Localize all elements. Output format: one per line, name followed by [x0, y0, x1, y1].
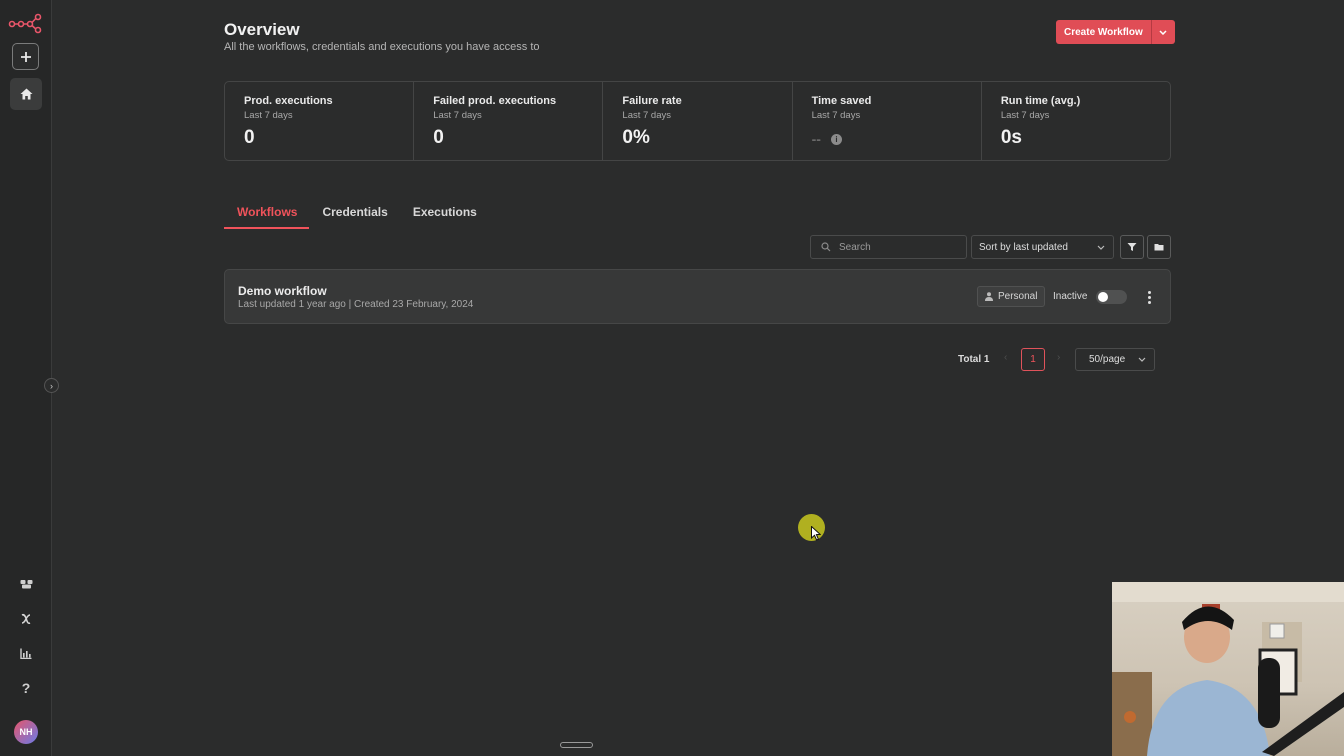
stat-prod-executions[interactable]: Prod. executions Last 7 days 0 [225, 82, 415, 160]
next-page-button[interactable]: › [1057, 352, 1060, 363]
tab-executions[interactable]: Executions [400, 203, 489, 229]
page-subtitle: All the workflows, credentials and execu… [224, 41, 540, 53]
stat-period: Last 7 days [433, 110, 482, 121]
sort-value: Sort by last updated [979, 241, 1068, 253]
stat-title: Time saved [811, 95, 872, 107]
stat-value: 0s [1000, 127, 1022, 148]
templates-icon [20, 580, 32, 589]
user-icon [985, 292, 993, 301]
page-size-value: 50/page [1089, 354, 1126, 365]
search-placeholder: Search [839, 241, 871, 253]
sidebar-item-templates[interactable] [16, 574, 36, 594]
active-toggle[interactable] [1096, 290, 1127, 304]
stat-value: 0 [433, 127, 444, 148]
stat-value: 0% [622, 127, 650, 148]
create-workflow-button-group: Create Workflow [1056, 20, 1175, 44]
stat-title: Failure rate [622, 95, 682, 107]
page-title: Overview [224, 20, 300, 39]
workflow-card[interactable]: Demo workflow Last updated 1 year ago | … [224, 269, 1171, 324]
toggle-knob [1098, 292, 1108, 302]
stat-run-time[interactable]: Run time (avg.) Last 7 days 0s [982, 82, 1170, 160]
sidebar-item-insights[interactable] [16, 643, 36, 663]
search-input[interactable]: Search [810, 235, 967, 259]
owner-label: Personal [998, 291, 1038, 302]
sidebar-item-help[interactable]: ? [16, 678, 36, 698]
workflow-meta: Last updated 1 year ago | Created 23 Feb… [238, 299, 474, 310]
avatar[interactable]: NH [14, 720, 38, 744]
scroll-handle[interactable] [560, 742, 593, 748]
n8n-logo-icon[interactable] [8, 12, 42, 34]
create-workflow-button[interactable]: Create Workflow [1056, 20, 1152, 44]
variables-icon [21, 613, 31, 625]
chevron-right-icon: › [50, 380, 53, 391]
sort-select[interactable]: Sort by last updated [971, 235, 1114, 259]
new-folder-button[interactable] [1147, 235, 1171, 259]
page-size-select[interactable]: 50/page [1075, 348, 1155, 371]
stats-panel: Prod. executions Last 7 days 0 Failed pr… [224, 81, 1171, 161]
workflow-status: Inactive [1053, 291, 1088, 302]
more-icon-dot [1147, 300, 1151, 304]
stat-value: -- [811, 131, 821, 147]
stat-title: Run time (avg.) [1000, 95, 1081, 107]
sidebar-collapse-button[interactable]: › [44, 378, 59, 393]
chevron-down-icon [1097, 245, 1105, 250]
more-options-button[interactable] [1144, 288, 1154, 306]
chevron-down-icon [1159, 29, 1167, 35]
sidebar-item-home[interactable] [10, 78, 42, 110]
sidebar: ? › NH [0, 0, 59, 756]
stat-value-container: -- i [812, 131, 981, 147]
folder-icon [1154, 244, 1164, 251]
prev-page-button[interactable]: ‹ [1004, 352, 1007, 363]
stat-failed-executions[interactable]: Failed prod. executions Last 7 days 0 [414, 82, 604, 160]
chart-icon [20, 648, 32, 659]
webcam-overlay [1112, 582, 1344, 756]
stat-time-saved[interactable]: Time saved Last 7 days -- i [793, 82, 982, 160]
stat-period: Last 7 days [811, 110, 861, 121]
pagination-total: Total 1 [958, 354, 990, 365]
plus-icon [20, 51, 31, 62]
more-icon-dot [1147, 295, 1151, 299]
home-icon [20, 88, 32, 100]
filter-icon [1127, 243, 1137, 251]
chevron-down-icon [1138, 357, 1146, 362]
info-icon[interactable]: i [830, 133, 842, 145]
help-icon: ? [21, 680, 31, 696]
filter-button[interactable] [1120, 235, 1144, 259]
owner-badge: Personal [977, 286, 1046, 307]
stat-period: Last 7 days [244, 110, 293, 121]
tab-credentials[interactable]: Credentials [309, 203, 399, 229]
workflow-name[interactable]: Demo workflow [238, 284, 327, 298]
create-dropdown-button[interactable] [1152, 20, 1175, 44]
sidebar-item-variables[interactable] [16, 609, 36, 629]
search-icon [821, 242, 831, 252]
presenter-video [1112, 582, 1344, 756]
tabs: Workflows Credentials Executions [224, 203, 489, 229]
stat-period: Last 7 days [1000, 110, 1050, 121]
tab-workflows[interactable]: Workflows [224, 203, 310, 229]
stat-value: 0 [244, 127, 255, 148]
page-number[interactable]: 1 [1021, 348, 1045, 371]
stat-period: Last 7 days [622, 110, 671, 121]
stat-title: Failed prod. executions [433, 95, 557, 107]
mouse-cursor-icon [811, 526, 821, 541]
more-icon [1147, 290, 1151, 294]
stat-failure-rate[interactable]: Failure rate Last 7 days 0% [603, 82, 793, 160]
stat-title: Prod. executions [244, 95, 333, 107]
add-button[interactable] [12, 43, 39, 70]
